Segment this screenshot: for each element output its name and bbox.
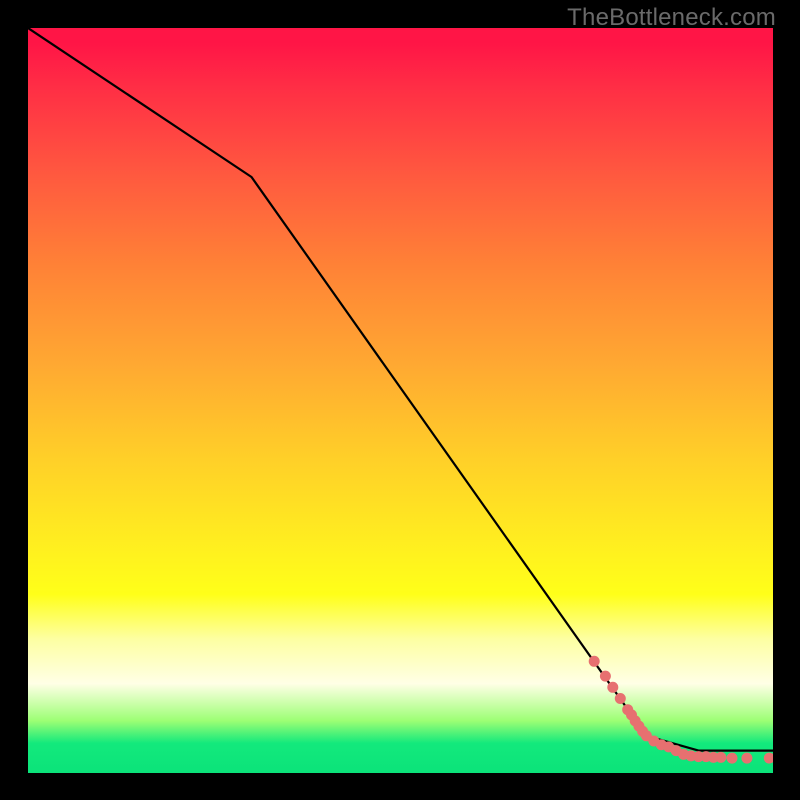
- scatter-point: [764, 753, 773, 763]
- chart-overlay-svg: [28, 28, 773, 773]
- scatter-point: [615, 694, 625, 704]
- scatter-point: [600, 671, 610, 681]
- watermark-text: TheBottleneck.com: [567, 4, 776, 32]
- bottleneck-curve: [28, 28, 773, 751]
- scatter-point: [608, 682, 618, 692]
- scatter-point: [727, 753, 737, 763]
- scatter-point: [589, 656, 599, 666]
- scatter-point: [742, 753, 752, 763]
- chart-container: TheBottleneck.com: [0, 0, 800, 800]
- plot-area: [28, 28, 773, 773]
- scatter-point: [716, 752, 726, 762]
- scatter-points: [589, 656, 773, 763]
